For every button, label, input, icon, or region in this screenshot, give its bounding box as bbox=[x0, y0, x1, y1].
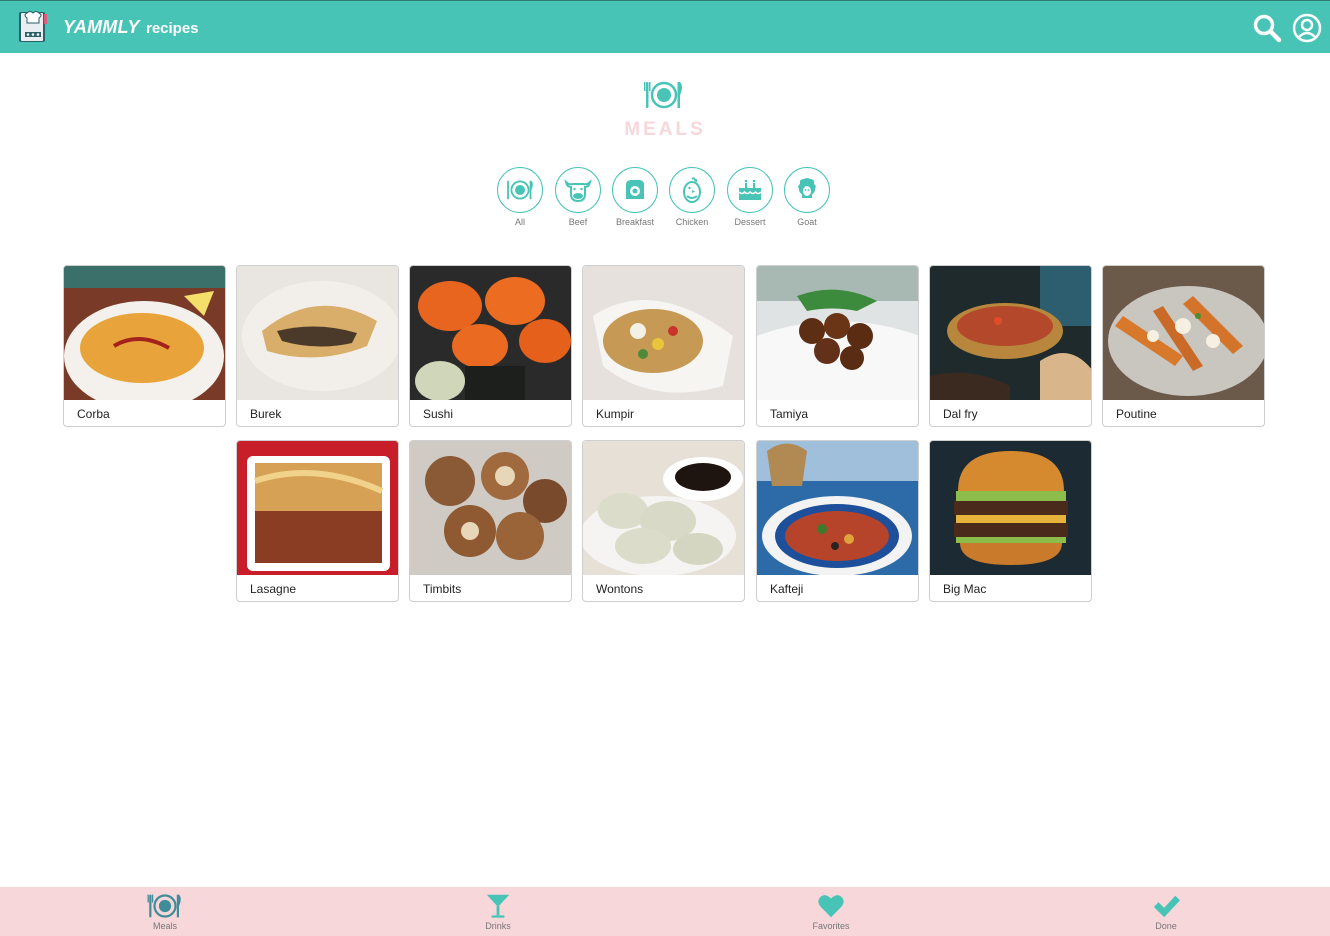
category-dessert[interactable]: Dessert bbox=[722, 167, 778, 227]
recipe-card[interactable]: Timbits bbox=[409, 440, 572, 602]
recipe-name: Timbits bbox=[423, 582, 462, 596]
recipe-name: Corba bbox=[77, 407, 110, 421]
recipe-name: Burek bbox=[250, 407, 282, 421]
category-label: Chicken bbox=[675, 217, 709, 227]
category-chicken[interactable]: Chicken bbox=[664, 167, 720, 227]
cake-icon bbox=[738, 179, 762, 200]
category-goat[interactable]: Goat bbox=[779, 167, 835, 227]
recipe-image bbox=[1103, 266, 1264, 400]
toaster-icon bbox=[626, 180, 644, 199]
category-circle bbox=[612, 167, 658, 213]
plate-cutlery-icon bbox=[147, 894, 181, 918]
category-label: Beef bbox=[568, 217, 588, 227]
recipe-name: Lasagne bbox=[250, 582, 297, 596]
brand-name: YAMMLY bbox=[63, 17, 140, 37]
recipe-name: Big Mac bbox=[943, 582, 987, 596]
plate-cutlery-icon bbox=[507, 180, 533, 200]
recipe-card[interactable]: Corba bbox=[63, 265, 226, 427]
nav-drinks[interactable]: Drinks bbox=[458, 892, 538, 931]
recipe-name: Poutine bbox=[1116, 407, 1157, 421]
category-breakfast[interactable]: Breakfast bbox=[607, 167, 663, 227]
recipe-image bbox=[237, 266, 398, 400]
category-circle bbox=[727, 167, 773, 213]
chef-hat-book-icon[interactable] bbox=[17, 10, 49, 44]
nav-label: Meals bbox=[152, 921, 177, 931]
search-icon bbox=[1253, 14, 1282, 43]
heart-icon bbox=[818, 895, 844, 918]
recipe-image bbox=[237, 441, 398, 575]
nav-label: Done bbox=[1155, 921, 1177, 931]
category-beef[interactable]: Beef bbox=[550, 167, 606, 227]
recipe-card[interactable]: Tamiya bbox=[756, 265, 919, 427]
recipe-image bbox=[930, 441, 1091, 575]
nav-label: Favorites bbox=[812, 921, 850, 931]
chicken-icon bbox=[683, 177, 701, 203]
app-root: YAMMLY recipes MEALS All Beef Breakfast … bbox=[0, 0, 1330, 936]
recipe-image bbox=[757, 441, 918, 575]
top-header: YAMMLY recipes bbox=[0, 0, 1330, 53]
brand: YAMMLY recipes bbox=[63, 17, 199, 38]
recipe-image bbox=[757, 266, 918, 400]
cow-icon bbox=[564, 178, 592, 203]
recipe-name: Kumpir bbox=[596, 407, 635, 421]
recipe-card[interactable]: Wontons bbox=[582, 440, 745, 602]
nav-meals[interactable]: Meals bbox=[125, 892, 205, 931]
recipe-card[interactable]: Burek bbox=[236, 265, 399, 427]
recipe-image bbox=[583, 441, 744, 575]
profile-button[interactable] bbox=[1292, 13, 1322, 43]
recipe-name: Kafteji bbox=[770, 582, 804, 596]
recipe-name: Sushi bbox=[423, 407, 454, 421]
recipe-card[interactable]: Poutine bbox=[1102, 265, 1265, 427]
category-label: Dessert bbox=[734, 217, 766, 227]
nav-done[interactable]: Done bbox=[1126, 892, 1206, 931]
category-circle bbox=[669, 167, 715, 213]
nav-label: Drinks bbox=[485, 921, 511, 931]
category-circle bbox=[555, 167, 601, 213]
page-title: MEALS bbox=[624, 119, 706, 140]
recipe-card[interactable]: Sushi bbox=[409, 265, 572, 427]
recipe-name: Wontons bbox=[596, 582, 644, 596]
category-label: Goat bbox=[797, 217, 817, 227]
bottom-nav: Meals Drinks Favorites Done bbox=[0, 887, 1330, 936]
cocktail-icon bbox=[486, 894, 510, 918]
recipe-name: Tamiya bbox=[770, 407, 809, 421]
recipe-image bbox=[930, 266, 1091, 400]
user-circle-icon bbox=[1292, 13, 1322, 43]
category-circle bbox=[497, 167, 543, 213]
brand-subtitle: recipes bbox=[145, 20, 199, 37]
nav-favorites[interactable]: Favorites bbox=[791, 892, 871, 931]
plate-cutlery-icon bbox=[643, 79, 685, 111]
recipe-card[interactable]: Big Mac bbox=[929, 440, 1092, 602]
recipe-card[interactable]: Dal fry bbox=[929, 265, 1092, 427]
check-icon bbox=[1153, 895, 1180, 918]
recipe-image bbox=[64, 266, 225, 400]
recipe-image bbox=[583, 266, 744, 400]
recipe-name: Dal fry bbox=[943, 407, 978, 421]
category-label: Breakfast bbox=[615, 217, 655, 227]
recipe-image bbox=[410, 266, 571, 400]
goat-icon bbox=[798, 178, 816, 198]
category-circle bbox=[784, 167, 830, 213]
recipe-card[interactable]: Kafteji bbox=[756, 440, 919, 602]
recipe-card[interactable]: Lasagne bbox=[236, 440, 399, 602]
category-label: All bbox=[514, 217, 525, 227]
category-all[interactable]: All bbox=[492, 167, 548, 227]
recipe-image bbox=[410, 441, 571, 575]
recipe-card[interactable]: Kumpir bbox=[582, 265, 745, 427]
search-button[interactable] bbox=[1252, 13, 1282, 43]
